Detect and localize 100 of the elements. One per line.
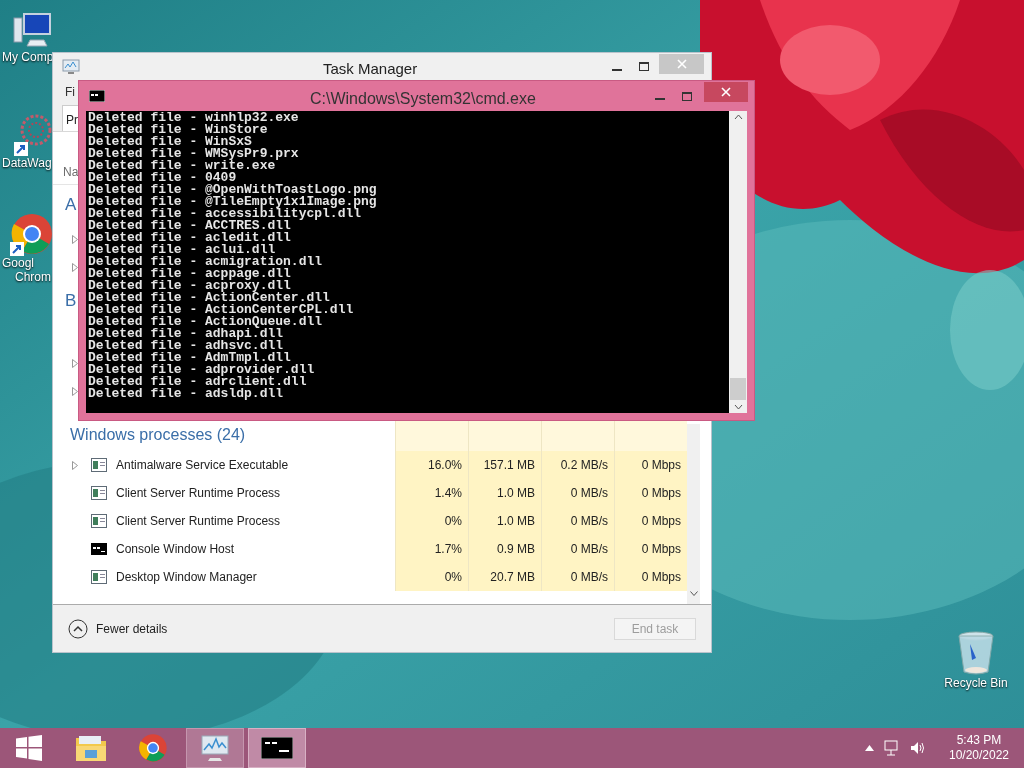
table-cell: 0%	[395, 563, 468, 591]
chrome-icon	[138, 733, 168, 763]
desktop-icon-label[interactable]: DataWag	[2, 156, 52, 170]
process-name: Desktop Window Manager	[116, 569, 257, 586]
table-cell: 0 Mbps	[614, 563, 687, 591]
table-cell: 0 Mbps	[614, 507, 687, 535]
table-cell: 16.0%	[395, 451, 468, 479]
table-cell: 0 Mbps	[614, 479, 687, 507]
table-cell: 1.7%	[395, 535, 468, 563]
scrollbar[interactable]	[687, 424, 700, 604]
close-icon	[676, 59, 687, 69]
close-icon	[721, 87, 731, 97]
volume-icon[interactable]	[910, 741, 926, 755]
window-icon	[91, 570, 107, 584]
computer-icon[interactable]	[12, 10, 52, 50]
maximize-icon[interactable]	[639, 62, 649, 71]
table-cell: 0 MB/s	[541, 507, 614, 535]
window-icon	[91, 458, 107, 472]
console-line: Deleted file - acppage.dll	[88, 268, 291, 280]
scrollbar[interactable]	[729, 111, 747, 413]
table-cell: 157.1 MB	[468, 451, 541, 479]
console-line: Deleted file - acledit.dll	[88, 232, 292, 244]
fewer-details-link[interactable]: Fewer details	[96, 619, 168, 638]
console-line: Deleted file - ACCTRES.dll	[88, 220, 291, 232]
scroll-up-icon[interactable]	[733, 114, 743, 120]
console-line: Deleted file - write.exe	[88, 160, 276, 172]
tab[interactable]: Pr	[62, 105, 78, 131]
console-line: Deleted file - winhlp32.exe	[88, 112, 300, 124]
table-cell: 0 MB/s	[541, 563, 614, 591]
desktop-icon-label[interactable]: Chrom	[15, 270, 51, 284]
console-icon	[89, 90, 105, 102]
console-icon	[261, 737, 293, 759]
scroll-down-icon[interactable]	[733, 404, 743, 410]
desktop-icon-label[interactable]: Recycle Bin	[944, 676, 1008, 690]
expand-arrow-icon[interactable]	[72, 358, 78, 368]
show-hidden-icons[interactable]	[865, 745, 874, 751]
scroll-down-icon[interactable]	[689, 591, 698, 596]
expand-arrow-icon[interactable]	[72, 234, 78, 244]
recycle-bin-icon[interactable]	[956, 630, 996, 676]
monitor-graph-icon	[200, 734, 230, 762]
console-line: Deleted file - 0409	[88, 172, 237, 184]
scroll-thumb[interactable]	[730, 378, 746, 400]
table-cell: 0 Mbps	[614, 535, 687, 563]
console-line: Deleted file - adprovider.dll	[88, 364, 316, 376]
console-line: Deleted file - ActionCenterCPL.dll	[88, 304, 355, 316]
process-name: Client Server Runtime Process	[116, 513, 281, 530]
console-line: Deleted file - @OpenWithToastLogo.png	[88, 184, 378, 196]
expand-arrow-icon[interactable]	[72, 262, 78, 272]
close-button[interactable]	[704, 82, 748, 102]
clock-time[interactable]: 5:43 PM	[956, 733, 1002, 748]
console-line: Deleted file - acproxy.dll	[88, 280, 291, 292]
window-icon	[91, 486, 107, 500]
expand-arrow-icon[interactable]	[72, 386, 78, 396]
table-cell: 1.4%	[395, 479, 468, 507]
console-line: Deleted file - accessibilitycpl.dll	[88, 208, 362, 220]
process-name: Client Server Runtime Process	[116, 485, 281, 502]
console-line: Deleted file - adsldp.dll	[88, 388, 285, 400]
console-line: Deleted file - aclui.dll	[88, 244, 276, 256]
console-icon	[91, 543, 107, 555]
column-header[interactable]: Na	[63, 162, 79, 181]
console-line: Deleted file - WinSxS	[88, 136, 252, 148]
group-header: A	[65, 194, 77, 217]
console-line: Deleted file - ActionQueue.dll	[88, 316, 324, 328]
desktop-icon-label[interactable]: Googl	[2, 256, 35, 270]
folder-icon	[75, 734, 107, 762]
minimize-icon[interactable]	[612, 68, 622, 71]
group-header: Windows processes (24)	[70, 425, 246, 445]
process-name: Antimalware Service Executable	[116, 457, 289, 474]
process-name: Console Window Host	[116, 541, 235, 558]
table-cell: 0.2 MB/s	[541, 451, 614, 479]
menu-item[interactable]: Fi	[65, 83, 75, 101]
network-icon[interactable]	[884, 740, 900, 756]
console-line: Deleted file - @TileEmpty1x1Image.png	[88, 196, 378, 208]
table-cell: 0 MB/s	[541, 479, 614, 507]
window-icon	[91, 514, 107, 528]
table-cell: 0 MB/s	[541, 535, 614, 563]
clock-date[interactable]: 10/20/2022	[948, 748, 1010, 763]
table-cell: 20.7 MB	[468, 563, 541, 591]
window-title: C:\Windows\System32\cmd.exe	[310, 89, 536, 109]
table-cell: 1.0 MB	[468, 507, 541, 535]
console-line: Deleted file - AdmTmpl.dll	[88, 352, 291, 364]
console-line: Deleted file - adrclient.dll	[88, 376, 307, 388]
table-cell: 0.9 MB	[468, 535, 541, 563]
group-header: B	[65, 290, 77, 313]
network-dots-icon[interactable]	[12, 112, 52, 156]
windows-logo-icon	[16, 735, 42, 761]
table-cell: 0%	[395, 507, 468, 535]
console-line: Deleted file - adhsvc.dll	[88, 340, 284, 352]
collapse-icon[interactable]	[68, 618, 88, 639]
console-line: Deleted file - WinStore	[88, 124, 268, 136]
window-title: Task Manager	[323, 59, 418, 79]
expand-arrow-icon[interactable]	[72, 460, 78, 470]
taskbar-button[interactable]	[248, 728, 306, 768]
console-line: Deleted file - acmigration.dll	[88, 256, 324, 268]
console-line: Deleted file - adhapi.dll	[88, 328, 284, 340]
console-line: Deleted file - ActionCenter.dll	[88, 292, 330, 304]
chrome-icon[interactable]	[8, 212, 52, 256]
monitor-graph-icon	[62, 58, 80, 75]
table-cell: 0 Mbps	[614, 451, 687, 479]
console-line: Deleted file - WMSysPr9.prx	[88, 148, 300, 160]
